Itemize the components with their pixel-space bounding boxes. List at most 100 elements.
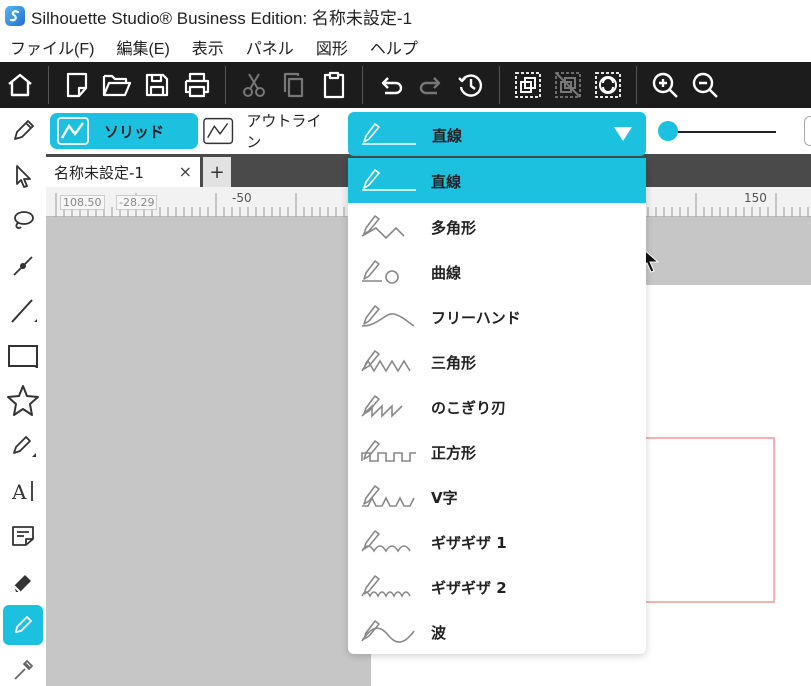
stroke-style-option[interactable]: 直線 bbox=[348, 158, 646, 203]
eraser-tool[interactable] bbox=[3, 561, 43, 601]
zoom-out-button[interactable] bbox=[685, 65, 725, 105]
draw-tool[interactable] bbox=[3, 426, 43, 466]
zoom-in-icon bbox=[652, 72, 678, 98]
freehand-line-icon bbox=[361, 305, 415, 327]
stroke-style-dropdown[interactable]: 直線 bbox=[348, 112, 646, 156]
paste-button[interactable] bbox=[314, 65, 354, 105]
ungroup-icon bbox=[555, 72, 581, 98]
text-box-icon bbox=[12, 526, 34, 546]
stroke-style-option-label: 多角形 bbox=[431, 219, 477, 237]
close-tab-icon[interactable]: × bbox=[179, 162, 192, 181]
stroke-style-menu: 直線多角形曲線フリーハンド 三角形のこぎり刃正方形 V字ギザギザ 1 ギザギザ 2 波 bbox=[348, 158, 646, 654]
edit-points-tool[interactable] bbox=[3, 111, 43, 151]
arrow-pointer-icon bbox=[16, 165, 31, 188]
straight-line-icon bbox=[362, 123, 416, 145]
stroke-style-option-label: ギザギザ 1 bbox=[431, 534, 507, 552]
redo-button[interactable] bbox=[411, 65, 451, 105]
add-tab-button[interactable]: + bbox=[203, 157, 231, 187]
stroke-style-option[interactable]: V字 bbox=[348, 474, 646, 519]
ungroup-button[interactable] bbox=[548, 65, 588, 105]
new-document-icon bbox=[66, 72, 88, 98]
option-field[interactable] bbox=[804, 116, 811, 146]
save-button[interactable] bbox=[137, 65, 177, 105]
toolbar-separator bbox=[636, 66, 637, 104]
paste-icon bbox=[323, 71, 345, 99]
canvas-background[interactable] bbox=[46, 217, 371, 686]
text-icon: A bbox=[11, 480, 33, 504]
stroke-style-option-label: ギザギザ 2 bbox=[431, 579, 507, 597]
svg-text:A: A bbox=[11, 480, 27, 504]
home-button[interactable] bbox=[0, 65, 40, 105]
toolbar-separator bbox=[225, 66, 226, 104]
group-button[interactable] bbox=[508, 65, 548, 105]
menu-panel[interactable]: パネル bbox=[246, 35, 294, 59]
stroke-style-option-label: フリーハンド bbox=[431, 309, 521, 327]
group-icon bbox=[515, 72, 541, 98]
square-wave-line-icon bbox=[361, 440, 416, 462]
menu-edit[interactable]: 編集(E) bbox=[116, 35, 169, 59]
line-tool[interactable] bbox=[3, 291, 43, 331]
open-folder-icon bbox=[102, 74, 132, 97]
document-tab-label: 名称未設定-1 bbox=[54, 163, 144, 182]
stroke-style-option[interactable]: 曲線 bbox=[348, 249, 646, 294]
outline-toggle[interactable]: アウトライン bbox=[202, 112, 332, 151]
stroke-style-option[interactable]: 波 bbox=[348, 609, 646, 654]
star-icon bbox=[7, 385, 39, 416]
silhouette-app-icon bbox=[5, 6, 25, 26]
copy-button[interactable] bbox=[274, 65, 314, 105]
stroke-style-option[interactable]: ギザギザ 1 bbox=[348, 519, 646, 564]
menu-view[interactable]: 表示 bbox=[192, 35, 224, 59]
menu-help[interactable]: ヘルプ bbox=[370, 35, 418, 59]
text-box-tool[interactable] bbox=[3, 516, 43, 556]
stroke-style-option-label: 三角形 bbox=[431, 354, 477, 372]
stroke-style-option[interactable]: 正方形 bbox=[348, 429, 646, 474]
stroke-style-option[interactable]: 三角形 bbox=[348, 339, 646, 384]
zoom-out-icon bbox=[692, 72, 718, 98]
stroke-style-option[interactable]: のこぎり刃 bbox=[348, 384, 646, 429]
outline-line-icon bbox=[203, 117, 234, 145]
history-button[interactable] bbox=[451, 65, 491, 105]
lasso-icon bbox=[14, 211, 34, 229]
document-tab[interactable]: 名称未設定-1 × bbox=[46, 157, 200, 187]
outline-label: アウトライン bbox=[246, 112, 322, 151]
main-toolbar bbox=[0, 62, 811, 108]
compound-path-button[interactable] bbox=[588, 65, 628, 105]
point-edit-tool[interactable] bbox=[3, 246, 43, 286]
save-icon bbox=[145, 73, 169, 97]
text-tool[interactable]: A bbox=[3, 471, 43, 511]
rectangle-tool[interactable] bbox=[3, 336, 43, 376]
stroke-style-option[interactable]: 多角形 bbox=[348, 204, 646, 249]
stroke-style-option-label: 正方形 bbox=[431, 444, 477, 462]
stroke-style-option-label: 波 bbox=[431, 624, 447, 642]
draw-pencil-icon bbox=[13, 436, 36, 457]
open-button[interactable] bbox=[97, 65, 137, 105]
stroke-style-option[interactable]: ギザギザ 2 bbox=[348, 564, 646, 609]
title-bar: Silhouette Studio® Business Edition: 名称未… bbox=[0, 0, 811, 32]
stroke-style-option[interactable]: フリーハンド bbox=[348, 294, 646, 339]
stroke-size-slider-knob[interactable] bbox=[658, 121, 678, 141]
window-title: Silhouette Studio® Business Edition: 名称未… bbox=[31, 8, 413, 28]
rectangle-icon bbox=[8, 345, 38, 368]
cursor-y-readout: -28.29 bbox=[116, 195, 158, 210]
compound-icon bbox=[595, 72, 621, 98]
solid-fill-toggle[interactable]: ソリッド bbox=[50, 113, 198, 149]
cut-button[interactable] bbox=[234, 65, 274, 105]
stroke-style-selected: 直線 bbox=[432, 127, 463, 145]
stroke-size-slider-track[interactable] bbox=[666, 131, 776, 133]
select-tool[interactable] bbox=[3, 156, 43, 196]
lasso-tool[interactable] bbox=[3, 201, 43, 241]
star-tool[interactable] bbox=[3, 381, 43, 421]
print-button[interactable] bbox=[177, 65, 217, 105]
v-shape-line-icon bbox=[362, 485, 415, 507]
undo-button[interactable] bbox=[371, 65, 411, 105]
zigzag-1-line-icon bbox=[361, 530, 411, 553]
polygon-line-icon bbox=[361, 215, 405, 240]
new-document-button[interactable] bbox=[57, 65, 97, 105]
redo-icon bbox=[419, 77, 441, 95]
eyedropper-tool[interactable] bbox=[3, 650, 43, 686]
menu-shape[interactable]: 図形 bbox=[316, 35, 348, 59]
sketch-pen-tool[interactable] bbox=[3, 605, 43, 645]
history-icon bbox=[458, 74, 483, 97]
menu-file[interactable]: ファイル(F) bbox=[10, 35, 94, 59]
zoom-in-button[interactable] bbox=[645, 65, 685, 105]
